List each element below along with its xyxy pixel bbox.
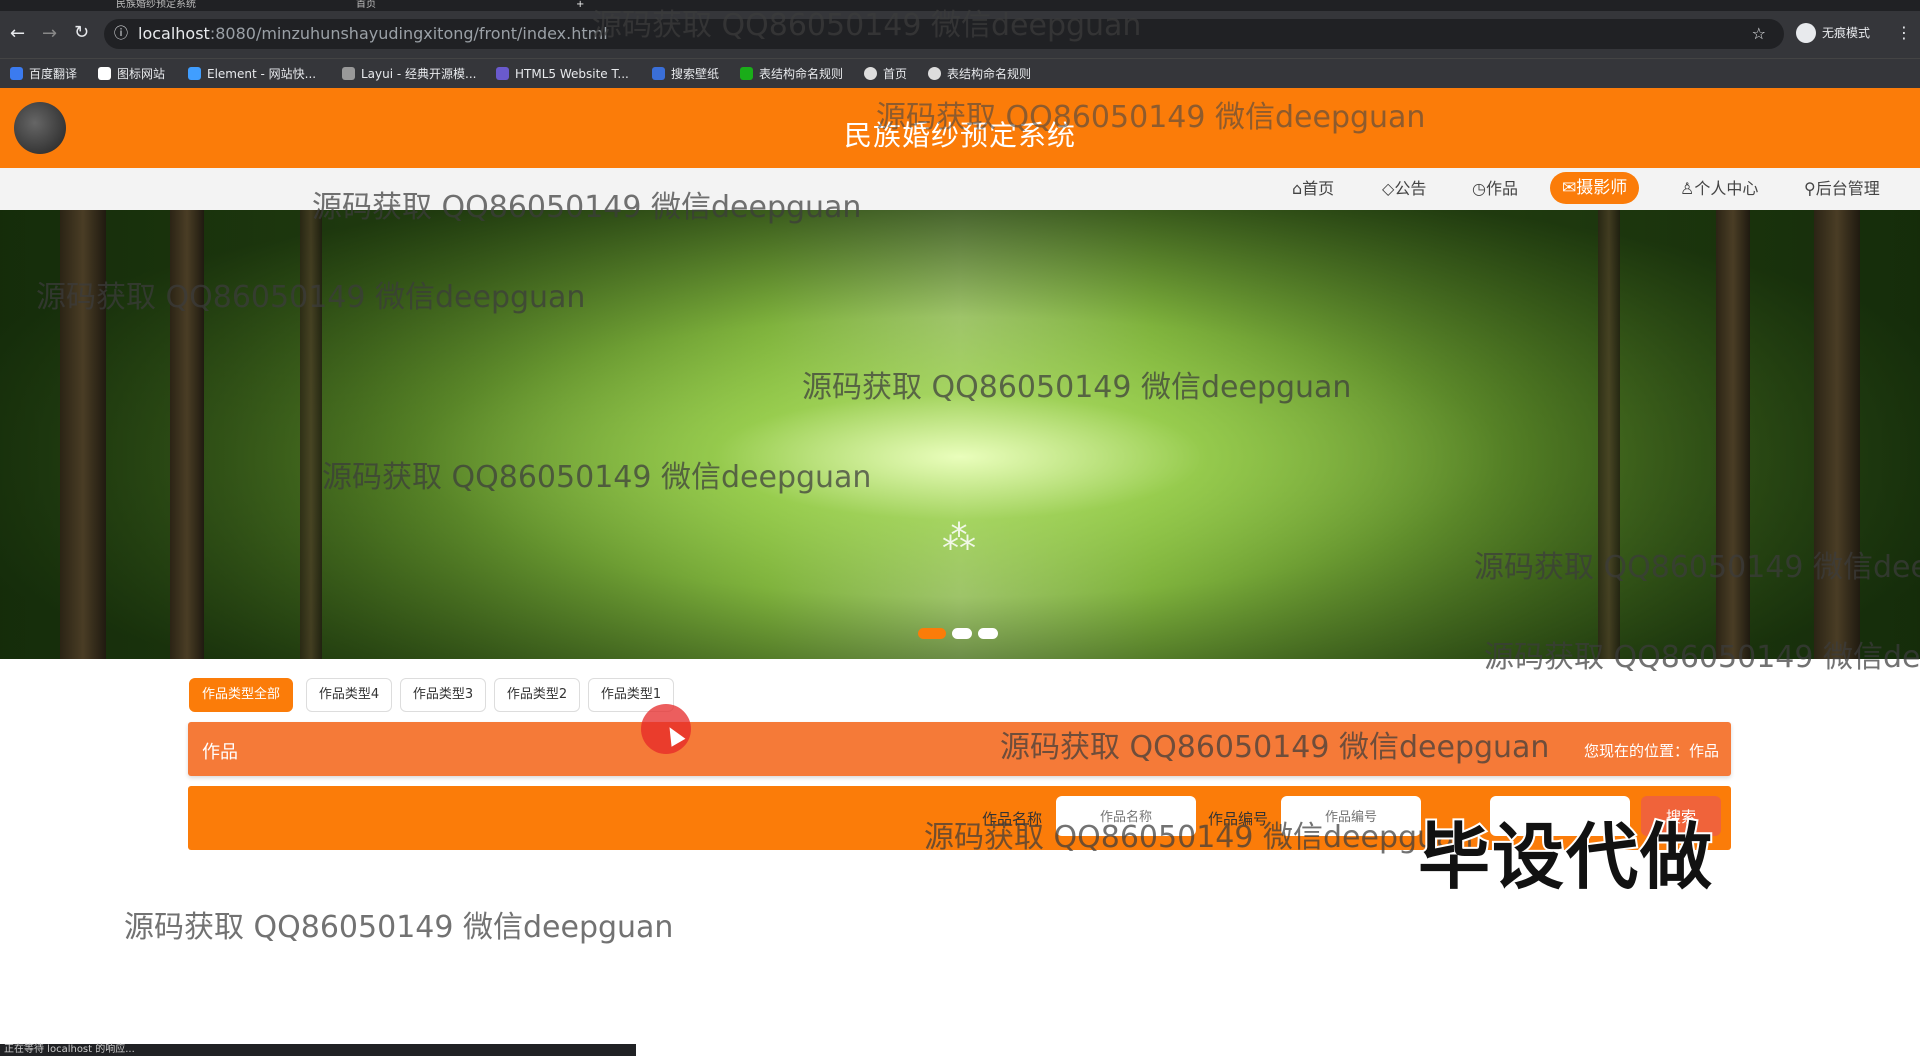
back-icon[interactable]: ←	[10, 23, 25, 44]
globe-icon	[864, 67, 877, 80]
nav-label: 首页	[1302, 179, 1335, 198]
tree-trunk	[300, 210, 322, 659]
nav-item-profile[interactable]: ♙个人中心	[1680, 177, 1758, 201]
bookmark-item[interactable]: 首页	[864, 64, 907, 84]
browser-status-bar: 正在等待 localhost 的响应...	[0, 1044, 636, 1056]
tree-trunk	[1814, 210, 1860, 659]
bookmark-label: 搜索壁纸	[671, 67, 720, 81]
banner-carousel[interactable]: ⁂	[0, 210, 1920, 659]
site-header: 民族婚纱预定系统	[0, 88, 1920, 168]
star-icon[interactable]: ☆	[1752, 19, 1766, 49]
tab-system[interactable]: 民族婚纱预定系统	[20, 0, 196, 11]
new-tab-button[interactable]: +	[576, 0, 584, 11]
globe-icon	[928, 67, 941, 80]
tag-icon: ◇	[1382, 179, 1395, 198]
nav-item-admin[interactable]: ⚲后台管理	[1804, 177, 1880, 201]
html5-icon	[496, 67, 509, 80]
nav-item-home[interactable]: ⌂首页	[1292, 177, 1334, 201]
carousel-dot-3[interactable]	[978, 628, 998, 639]
layui-icon	[342, 67, 355, 80]
nav-label: 摄影师	[1576, 178, 1628, 198]
category-tab-4[interactable]: 作品类型4	[306, 678, 392, 712]
browser-tab-strip: 民族婚纱预定系统 首页 +	[0, 0, 1920, 11]
nav-label: 公告	[1394, 179, 1427, 198]
address-bar-row: ← → ↻ ⓘ localhost:8080/minzuhunshayuding…	[0, 11, 1920, 58]
bookmark-item[interactable]: 百度翻译	[10, 64, 77, 84]
bookmark-label: Element - 网站快...	[207, 67, 317, 81]
nav-item-notice[interactable]: ◇公告	[1382, 177, 1426, 201]
work-name-label: 作品名称	[982, 810, 1043, 828]
bookmark-label: 首页	[883, 67, 908, 81]
carousel-dot-2[interactable]	[952, 628, 972, 639]
menu-icon[interactable]: ⋮	[1896, 23, 1912, 42]
promo-stamp: 毕设代做	[1416, 813, 1715, 901]
watermark: 源码获取 QQ86050149 微信deepguan	[124, 910, 674, 945]
bookmark-label: HTML5 Website T...	[515, 67, 629, 81]
tree-trunk	[1716, 210, 1750, 659]
main-nav: ⌂首页 ◇公告 ◷作品 ✉摄影师 ♙个人中心 ⚲后台管理	[0, 168, 1920, 210]
bookmark-item[interactable]: Layui - 经典开源模...	[342, 64, 476, 84]
bookmark-item[interactable]: HTML5 Website T...	[496, 64, 629, 84]
info-icon: ⓘ	[114, 26, 128, 42]
nav-item-works[interactable]: ◷作品	[1472, 177, 1518, 201]
bookmark-label: 图标网站	[117, 67, 166, 81]
bookmark-item[interactable]: 表结构命名规则	[740, 64, 843, 84]
bookmark-item[interactable]: Element - 网站快...	[188, 64, 316, 84]
bookmark-label: 表结构命名规则	[759, 67, 844, 81]
user-icon: ♙	[1680, 179, 1695, 198]
forward-icon[interactable]: →	[42, 23, 57, 44]
tree-trunk	[170, 210, 204, 659]
mail-icon: ✉	[1562, 178, 1577, 198]
section-title: 作品	[202, 742, 238, 763]
loading-spinner-icon: ⁂	[942, 518, 976, 558]
translate-icon	[10, 67, 23, 80]
bookmark-item[interactable]: 搜索壁纸	[652, 64, 719, 84]
work-name-input[interactable]	[1056, 796, 1196, 836]
nav-label: 作品	[1485, 179, 1518, 198]
bookmark-label: Layui - 经典开源模...	[361, 67, 477, 81]
nav-label: 个人中心	[1694, 179, 1759, 198]
bookmark-item[interactable]: 表结构命名规则	[928, 64, 1031, 84]
carousel-indicators	[918, 628, 1004, 647]
category-tab-3[interactable]: 作品类型3	[400, 678, 486, 712]
incognito-icon	[1796, 23, 1816, 43]
bookmarks-bar: 百度翻译 图标网站 Element - 网站快... Layui - 经典开源模…	[0, 58, 1920, 89]
nav-item-photographer[interactable]: ✉摄影师	[1550, 172, 1640, 204]
work-code-input[interactable]	[1281, 796, 1421, 836]
tab-label: 民族婚纱预定系统	[116, 0, 196, 10]
bookmark-label: 百度翻译	[29, 67, 78, 81]
work-code-label: 作品编号	[1208, 810, 1269, 828]
site-title: 民族婚纱预定系统	[843, 119, 1076, 152]
home-icon: ⌂	[1292, 179, 1303, 198]
reload-icon[interactable]: ↻	[74, 22, 89, 43]
section-header: 作品 您现在的位置：作品	[188, 722, 1731, 776]
bookmark-label: 表结构命名规则	[947, 67, 1032, 81]
incognito-badge[interactable]: 无痕模式	[1796, 23, 1870, 43]
bookmark-item[interactable]: 图标网站	[98, 64, 165, 84]
element-icon	[188, 67, 201, 80]
tab-home[interactable]: 首页	[330, 0, 376, 11]
category-tab-all[interactable]: 作品类型全部	[189, 678, 293, 712]
flag-icon	[98, 67, 111, 80]
url-host: localhost	[138, 24, 210, 43]
clock-icon: ◷	[1472, 179, 1486, 198]
tree-trunk	[60, 210, 106, 659]
url-field[interactable]: ⓘ localhost:8080/minzuhunshayudingxitong…	[104, 19, 1784, 49]
tab-label: 首页	[356, 0, 376, 10]
incognito-label: 无痕模式	[1822, 26, 1871, 40]
category-tab-2[interactable]: 作品类型2	[494, 678, 580, 712]
link-icon: ⚲	[1804, 179, 1816, 198]
wallpaper-icon	[652, 67, 665, 80]
tree-trunk	[1598, 210, 1620, 659]
url-path: :8080/minzuhunshayudingxitong/front/inde…	[209, 24, 608, 43]
breadcrumb: 您现在的位置：作品	[1583, 742, 1719, 760]
carousel-dot-1[interactable]	[918, 628, 946, 639]
table-icon	[740, 67, 753, 80]
nav-label: 后台管理	[1815, 179, 1880, 198]
